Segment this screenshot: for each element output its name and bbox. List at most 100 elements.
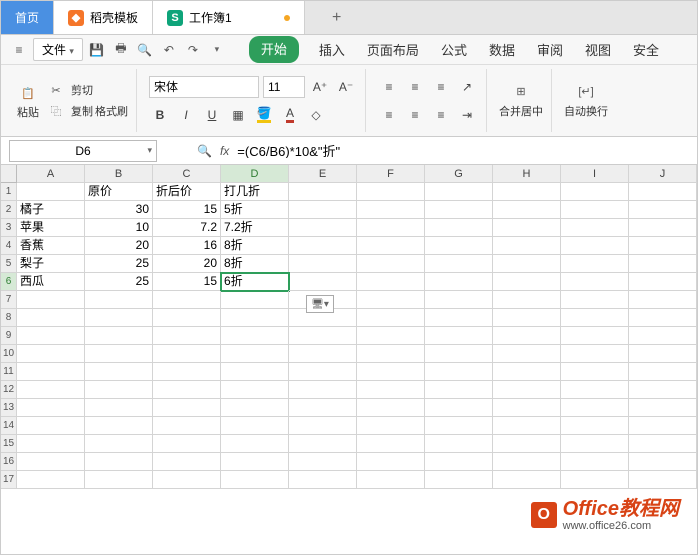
italic-button[interactable]: I xyxy=(175,104,197,126)
cell-G16[interactable] xyxy=(425,453,493,471)
cell-I7[interactable] xyxy=(561,291,629,309)
cell-H8[interactable] xyxy=(493,309,561,327)
cell-G5[interactable] xyxy=(425,255,493,273)
cell-C12[interactable] xyxy=(153,381,221,399)
cell-G1[interactable] xyxy=(425,183,493,201)
underline-button[interactable]: U xyxy=(201,104,223,126)
cell-F16[interactable] xyxy=(357,453,425,471)
cell-G3[interactable] xyxy=(425,219,493,237)
cell-I5[interactable] xyxy=(561,255,629,273)
cell-D16[interactable] xyxy=(221,453,289,471)
cell-A9[interactable] xyxy=(17,327,85,345)
ribbon-tab-view[interactable]: 视图 xyxy=(583,36,613,63)
cell-B10[interactable] xyxy=(85,345,153,363)
cell-D15[interactable] xyxy=(221,435,289,453)
cell-I4[interactable] xyxy=(561,237,629,255)
cell-C2[interactable]: 15 xyxy=(153,201,221,219)
copy-button[interactable]: ⿻复制 xyxy=(47,102,93,120)
cell-B8[interactable] xyxy=(85,309,153,327)
cell-H4[interactable] xyxy=(493,237,561,255)
cell-H13[interactable] xyxy=(493,399,561,417)
cell-F9[interactable] xyxy=(357,327,425,345)
cell-H15[interactable] xyxy=(493,435,561,453)
row-header-12[interactable]: 12 xyxy=(1,381,17,399)
row-header-5[interactable]: 5 xyxy=(1,255,17,273)
row-header-14[interactable]: 14 xyxy=(1,417,17,435)
cell-H17[interactable] xyxy=(493,471,561,489)
cell-B6[interactable]: 25 xyxy=(85,273,153,291)
tab-docer[interactable]: ◆ 稻壳模板 xyxy=(54,1,153,34)
bold-button[interactable]: B xyxy=(149,104,171,126)
cell-G10[interactable] xyxy=(425,345,493,363)
row-header-6[interactable]: 6 xyxy=(1,273,17,291)
preview-icon[interactable]: 🔍 xyxy=(135,40,155,60)
cell-J16[interactable] xyxy=(629,453,697,471)
align-center-icon[interactable]: ≡ xyxy=(404,104,426,126)
cell-J14[interactable] xyxy=(629,417,697,435)
cell-G13[interactable] xyxy=(425,399,493,417)
tab-home[interactable]: 首页 xyxy=(1,1,54,34)
align-middle-icon[interactable]: ≡ xyxy=(404,76,426,98)
row-header-17[interactable]: 17 xyxy=(1,471,17,489)
cell-J4[interactable] xyxy=(629,237,697,255)
cell-A4[interactable]: 香蕉 xyxy=(17,237,85,255)
col-header-J[interactable]: J xyxy=(629,165,697,183)
cell-C11[interactable] xyxy=(153,363,221,381)
cell-B2[interactable]: 30 xyxy=(85,201,153,219)
row-header-11[interactable]: 11 xyxy=(1,363,17,381)
cell-B1[interactable]: 原价 xyxy=(85,183,153,201)
name-box[interactable]: D6 xyxy=(9,140,157,162)
cell-E15[interactable] xyxy=(289,435,357,453)
cell-F10[interactable] xyxy=(357,345,425,363)
redo-icon[interactable]: ↷ xyxy=(183,40,203,60)
row-header-4[interactable]: 4 xyxy=(1,237,17,255)
cell-D2[interactable]: 5折 xyxy=(221,201,289,219)
spreadsheet-grid[interactable]: 1234567891011121314151617 ABCDEFGHIJ 原价折… xyxy=(1,165,697,489)
cell-G2[interactable] xyxy=(425,201,493,219)
file-menu[interactable]: 文件 ▾ xyxy=(33,38,83,61)
cell-B16[interactable] xyxy=(85,453,153,471)
format-painter-button[interactable]: 格式刷 xyxy=(95,102,128,120)
cell-G11[interactable] xyxy=(425,363,493,381)
cell-B7[interactable] xyxy=(85,291,153,309)
cell-H10[interactable] xyxy=(493,345,561,363)
cell-G8[interactable] xyxy=(425,309,493,327)
cell-F5[interactable] xyxy=(357,255,425,273)
cell-A7[interactable] xyxy=(17,291,85,309)
fx-icon[interactable]: fx xyxy=(220,144,229,158)
decrease-font-icon[interactable]: A⁻ xyxy=(335,76,357,98)
align-left-icon[interactable]: ≡ xyxy=(378,104,400,126)
cell-J10[interactable] xyxy=(629,345,697,363)
cell-C1[interactable]: 折后价 xyxy=(153,183,221,201)
cell-I15[interactable] xyxy=(561,435,629,453)
cell-I17[interactable] xyxy=(561,471,629,489)
cell-E4[interactable] xyxy=(289,237,357,255)
cell-A17[interactable] xyxy=(17,471,85,489)
cell-B14[interactable] xyxy=(85,417,153,435)
cell-I11[interactable] xyxy=(561,363,629,381)
cell-E5[interactable] xyxy=(289,255,357,273)
cell-C4[interactable]: 16 xyxy=(153,237,221,255)
cell-C14[interactable] xyxy=(153,417,221,435)
cell-F7[interactable] xyxy=(357,291,425,309)
cell-I16[interactable] xyxy=(561,453,629,471)
increase-font-icon[interactable]: A⁺ xyxy=(309,76,331,98)
cell-J17[interactable] xyxy=(629,471,697,489)
cell-H16[interactable] xyxy=(493,453,561,471)
select-all-corner[interactable] xyxy=(1,165,17,183)
row-header-7[interactable]: 7 xyxy=(1,291,17,309)
cell-E6[interactable] xyxy=(289,273,357,291)
row-header-1[interactable]: 1 xyxy=(1,183,17,201)
formula-bar[interactable] xyxy=(237,143,537,158)
row-header-9[interactable]: 9 xyxy=(1,327,17,345)
cell-I1[interactable] xyxy=(561,183,629,201)
cell-E17[interactable] xyxy=(289,471,357,489)
cell-A16[interactable] xyxy=(17,453,85,471)
wrap-text-button[interactable]: [↵] 自动换行 xyxy=(564,83,608,119)
row-header-2[interactable]: 2 xyxy=(1,201,17,219)
cell-H12[interactable] xyxy=(493,381,561,399)
cell-H11[interactable] xyxy=(493,363,561,381)
cell-E11[interactable] xyxy=(289,363,357,381)
ribbon-tab-start[interactable]: 开始 xyxy=(249,36,299,63)
cell-D5[interactable]: 8折 xyxy=(221,255,289,273)
